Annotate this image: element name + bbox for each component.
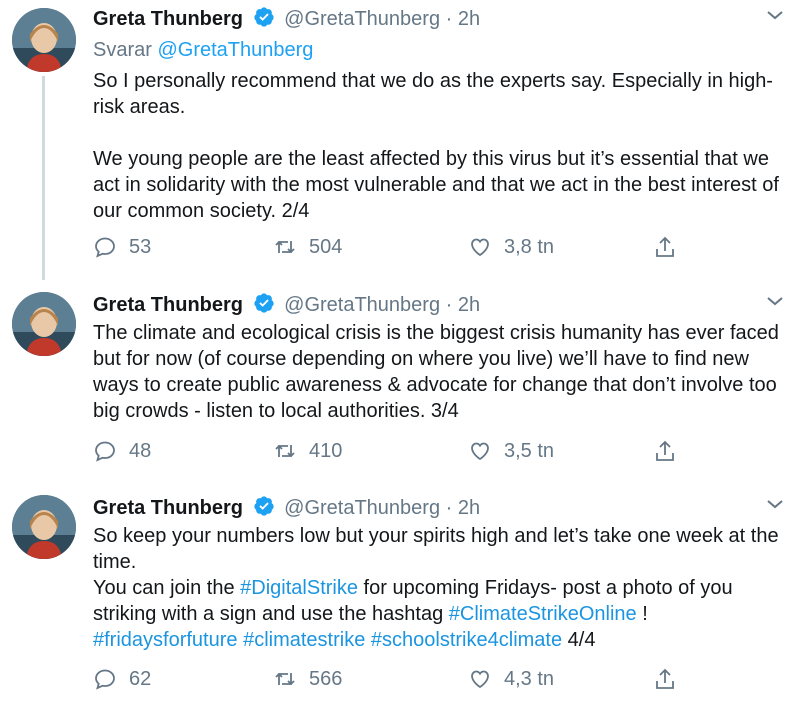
reply-button[interactable]: 62 (93, 667, 151, 691)
timestamp[interactable]: 2h (458, 8, 480, 30)
reply-count: 53 (129, 235, 152, 258)
like-count: 3,8 tn (504, 235, 555, 258)
replying-to: Svarar @GretaThunberg (93, 36, 313, 64)
avatar[interactable] (12, 292, 76, 356)
like-icon (471, 238, 489, 257)
reply-count: 62 (129, 667, 152, 690)
author-name[interactable]: Greta Thunberg (93, 8, 243, 30)
tweet-paragraph: We young people are the least affected b… (93, 148, 779, 222)
author-handle[interactable]: @GretaThunberg (284, 8, 440, 30)
tweet-paragraph: So keep your numbers low but your spirit… (93, 525, 779, 573)
like-button[interactable]: 3,5 tn (468, 439, 554, 463)
reply-button[interactable]: 53 (93, 235, 151, 259)
text-segment: You can join the (93, 577, 241, 599)
tweet-paragraph: The climate and ecological crisis is the… (93, 322, 779, 422)
reply-count: 48 (129, 439, 152, 462)
retweet-icon (275, 444, 295, 458)
verified-badge-icon (253, 6, 275, 36)
avatar[interactable] (12, 495, 76, 559)
separator-dot: · (445, 497, 453, 519)
tweet-paragraph: #fridaysforfuture #climatestrike #school… (93, 627, 793, 653)
like-icon (471, 442, 489, 461)
tweet-actions: 62 566 4,3 tn (93, 667, 693, 695)
timestamp[interactable]: 2h (458, 294, 480, 316)
tweet-header: Greta Thunberg @GretaThunberg · 2h (93, 494, 480, 525)
share-icon (656, 236, 674, 257)
retweet-button[interactable]: 504 (273, 235, 342, 259)
chevron-down-icon[interactable] (765, 291, 785, 311)
tweet-1[interactable]: Greta Thunberg @GretaThunberg · 2h Svara… (0, 0, 799, 280)
chevron-down-icon[interactable] (765, 5, 785, 25)
author-handle[interactable]: @GretaThunberg (284, 497, 440, 519)
text-segment: ! (636, 603, 648, 625)
share-button[interactable] (653, 439, 677, 463)
like-count: 4,3 tn (504, 667, 555, 690)
like-button[interactable]: 3,8 tn (468, 235, 554, 259)
hashtag-link[interactable]: #schoolstrike4climate (371, 629, 562, 651)
tweet-actions: 53 504 3,8 tn (93, 235, 693, 263)
share-button[interactable] (653, 667, 677, 691)
retweet-count: 410 (309, 439, 343, 462)
tweet-paragraph: So I personally recommend that we do as … (93, 70, 773, 118)
verified-badge-icon (253, 292, 275, 322)
hashtag-link[interactable]: #fridaysforfuture (93, 629, 238, 651)
tweet-text: The climate and ecological crisis is the… (93, 320, 793, 424)
reply-icon (95, 441, 115, 462)
retweet-icon (275, 240, 295, 254)
tweet-text: So keep your numbers low but your spirit… (93, 523, 793, 653)
retweet-button[interactable]: 410 (273, 439, 342, 463)
tweet-paragraph: You can join the #DigitalStrike for upco… (93, 575, 793, 627)
reply-button[interactable]: 48 (93, 439, 151, 463)
tweet-header: Greta Thunberg @GretaThunberg · 2h (93, 291, 480, 322)
like-button[interactable]: 4,3 tn (468, 667, 554, 691)
retweet-count: 566 (309, 667, 343, 690)
reply-icon (95, 669, 115, 690)
text-segment: 4/4 (562, 629, 596, 651)
timestamp[interactable]: 2h (458, 497, 480, 519)
hashtag-link[interactable]: #ClimateStrikeOnline (449, 603, 637, 625)
replying-prefix: Svarar (93, 39, 152, 61)
tweet-text: So I personally recommend that we do as … (93, 68, 793, 224)
author-name[interactable]: Greta Thunberg (93, 294, 243, 316)
author-name[interactable]: Greta Thunberg (93, 497, 243, 519)
avatar[interactable] (12, 8, 76, 72)
verified-badge-icon (253, 495, 275, 525)
tweet-2[interactable]: Greta Thunberg @GretaThunberg · 2h The c… (0, 286, 799, 486)
like-icon (471, 670, 489, 689)
retweet-count: 504 (309, 235, 343, 258)
hashtag-link[interactable]: #DigitalStrike (240, 577, 358, 599)
replying-to-link[interactable]: @GretaThunberg (157, 39, 313, 61)
tweet-header: Greta Thunberg @GretaThunberg · 2h (93, 5, 480, 36)
reply-icon (95, 237, 115, 258)
retweet-button[interactable]: 566 (273, 667, 342, 691)
share-icon (656, 440, 674, 461)
share-button[interactable] (653, 235, 677, 259)
chevron-down-icon[interactable] (765, 494, 785, 514)
like-count: 3,5 tn (504, 439, 555, 462)
share-icon (656, 668, 674, 689)
retweet-icon (275, 672, 295, 686)
author-handle[interactable]: @GretaThunberg (284, 294, 440, 316)
separator-dot: · (445, 294, 453, 316)
hashtag-link[interactable]: #climatestrike (243, 629, 365, 651)
tweet-3[interactable]: Greta Thunberg @GretaThunberg · 2h So ke… (0, 489, 799, 703)
tweet-actions: 48 410 3,5 tn (93, 439, 693, 467)
separator-dot: · (445, 8, 453, 30)
thread-line (42, 76, 45, 280)
